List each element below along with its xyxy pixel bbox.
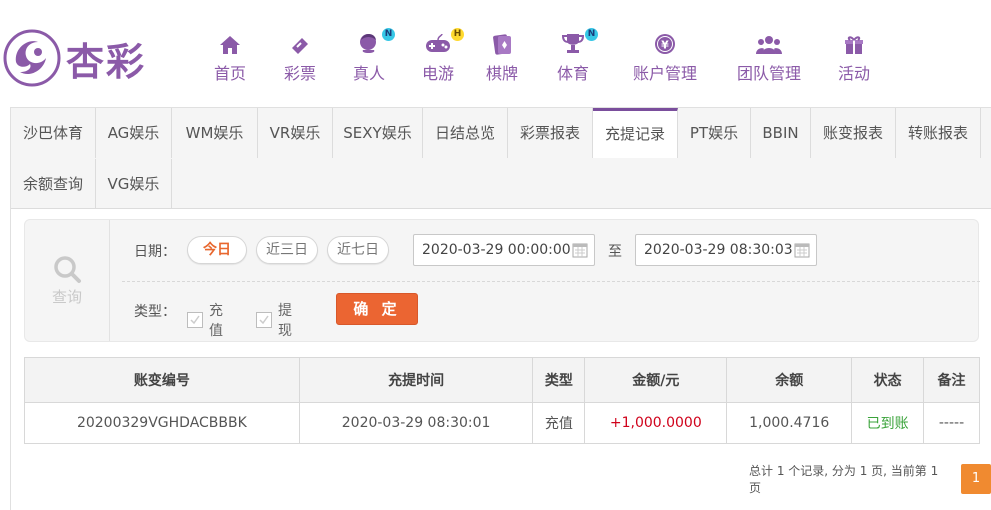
quick-7days-button[interactable]: 近七日 — [327, 236, 389, 264]
tab-wm[interactable]: WM娱乐 — [172, 108, 258, 158]
col-balance: 余额 — [726, 357, 853, 403]
check-icon — [259, 315, 269, 325]
nav-team[interactable]: 团队管理 — [714, 30, 824, 84]
type-withdraw-checkbox[interactable]: 提现 — [256, 300, 292, 340]
logo-emblem-icon — [3, 29, 61, 87]
top-header: 杏彩 首页 彩票 N 真人 H 电游 棋牌 N 体育 ¥ 账户管理 团队管理 活… — [0, 0, 991, 100]
col-change-id: 账变编号 — [24, 357, 300, 403]
nav-live[interactable]: N 真人 — [336, 28, 402, 84]
yen-coin-icon: ¥ — [653, 30, 677, 56]
pagination: 总计 1 个记录, 分为 1 页, 当前第 1 页 1 — [749, 464, 991, 495]
tab-account-change[interactable]: 账变报表 — [811, 108, 896, 158]
report-tabs: 沙巴体育 AG娱乐 WM娱乐 VR娱乐 SEXY娱乐 日结总览 彩票报表 充提记… — [11, 108, 991, 209]
end-date-input[interactable]: 2020-03-29 08:30:03 — [635, 234, 817, 266]
nav-home[interactable]: 首页 — [196, 30, 264, 84]
col-type: 类型 — [532, 357, 586, 403]
calendar-icon[interactable] — [572, 242, 588, 258]
gift-icon — [843, 30, 865, 56]
end-date-value: 2020-03-29 08:30:03 — [644, 242, 793, 258]
tab-deposit-withdraw[interactable]: 充提记录 — [593, 108, 678, 158]
quick-3days-button[interactable]: 近三日 — [256, 236, 318, 264]
cell-type: 充值 — [532, 402, 586, 444]
nav-sports[interactable]: N 体育 — [530, 28, 616, 84]
nav-label: 彩票 — [283, 64, 316, 83]
cards-icon — [490, 30, 514, 56]
tab-shaba-sports[interactable]: 沙巴体育 — [11, 108, 96, 158]
checkbox-box — [256, 312, 272, 328]
quick-today-button[interactable]: 今日 — [187, 236, 247, 264]
tab-pt[interactable]: PT娱乐 — [678, 108, 751, 158]
col-time: 充提时间 — [298, 357, 534, 403]
nav-label: 账户管理 — [632, 64, 697, 83]
cell-time: 2020-03-29 08:30:01 — [298, 402, 534, 444]
tab-bbin[interactable]: BBIN — [751, 108, 811, 158]
confirm-button[interactable]: 确 定 — [336, 293, 418, 325]
checkbox-label: 提现 — [278, 303, 292, 339]
tab-balance[interactable]: 余额查询 — [11, 159, 96, 209]
nav-lottery[interactable]: 彩票 — [264, 30, 336, 84]
nav-cards[interactable]: 棋牌 — [474, 30, 530, 84]
tab-vr[interactable]: VR娱乐 — [258, 108, 333, 158]
start-date-value: 2020-03-29 00:00:00 — [422, 242, 571, 258]
live-dealer-icon: N — [355, 28, 395, 56]
badge-new: N — [382, 28, 395, 41]
svg-text:¥: ¥ — [661, 39, 669, 52]
badge-hot: H — [451, 28, 464, 41]
main-nav: 首页 彩票 N 真人 H 电游 棋牌 N 体育 ¥ 账户管理 团队管理 活动 — [196, 28, 884, 84]
nav-label: 体育 — [556, 64, 589, 83]
start-date-input[interactable]: 2020-03-29 00:00:00 — [413, 234, 595, 266]
cell-change-id: 20200329VGHDACBBBK — [24, 402, 300, 444]
nav-account[interactable]: ¥ 账户管理 — [616, 30, 714, 84]
col-status: 状态 — [851, 357, 925, 403]
check-icon — [190, 315, 200, 325]
date-label: 日期： — [134, 244, 176, 260]
table-header-row: 账变编号 充提时间 类型 金额/元 余额 状态 备注 — [24, 357, 980, 403]
search-form: 查询 日期： 今日 近三日 近七日 2020-03-29 00:00:00 至 … — [24, 219, 980, 342]
date-row: 日期： 今日 近三日 近七日 2020-03-29 00:00:00 至 202… — [122, 234, 980, 282]
records-table: 账变编号 充提时间 类型 金额/元 余额 状态 备注 20200329VGHDA… — [24, 357, 980, 444]
nav-label: 活动 — [837, 64, 870, 83]
nav-label: 团队管理 — [736, 64, 801, 83]
tab-transfer-report[interactable]: 转账报表 — [896, 108, 981, 158]
tab-daily-overview[interactable]: 日结总览 — [423, 108, 508, 158]
cell-status: 已到账 — [851, 402, 925, 444]
type-deposit-checkbox[interactable]: 充值 — [187, 300, 223, 340]
gamepad-icon: H — [424, 28, 464, 56]
cell-amount: +1,000.0000 — [584, 402, 728, 444]
brand-name: 杏彩 — [66, 38, 147, 84]
brand-logo[interactable]: 杏彩 — [2, 28, 146, 88]
cell-remark: ----- — [923, 402, 980, 444]
team-icon — [755, 30, 783, 56]
pagination-summary: 总计 1 个记录, 分为 1 页, 当前第 1 页 — [749, 464, 939, 495]
nav-label: 棋牌 — [485, 64, 518, 83]
range-separator: 至 — [608, 244, 622, 260]
tab-ag[interactable]: AG娱乐 — [96, 108, 172, 158]
table-row: 20200329VGHDACBBBK 2020-03-29 08:30:01 充… — [24, 402, 980, 444]
tab-lottery-report[interactable]: 彩票报表 — [508, 108, 593, 158]
nav-label: 真人 — [352, 64, 385, 83]
search-section-label: 查询 — [25, 220, 110, 341]
col-amount: 金额/元 — [584, 357, 728, 403]
checkbox-box — [187, 312, 203, 328]
nav-label: 首页 — [213, 64, 246, 83]
nav-egames[interactable]: H 电游 — [402, 28, 474, 84]
cell-balance: 1,000.4716 — [726, 402, 853, 444]
search-title: 查询 — [51, 288, 82, 306]
trophy-icon: N — [560, 28, 598, 56]
type-label: 类型： — [134, 304, 176, 320]
tab-sexy[interactable]: SEXY娱乐 — [333, 108, 423, 158]
page-1-button[interactable]: 1 — [961, 464, 991, 494]
badge-new: N — [585, 28, 598, 41]
nav-label: 电游 — [421, 64, 454, 83]
content-panel: 沙巴体育 AG娱乐 WM娱乐 VR娱乐 SEXY娱乐 日结总览 彩票报表 充提记… — [10, 107, 991, 510]
col-remark: 备注 — [923, 357, 980, 403]
calendar-icon[interactable] — [794, 242, 810, 258]
home-icon — [218, 30, 242, 56]
checkbox-label: 充值 — [209, 303, 223, 339]
nav-events[interactable]: 活动 — [824, 30, 884, 84]
tab-vg[interactable]: VG娱乐 — [96, 159, 172, 209]
magnifier-icon — [54, 256, 81, 283]
lottery-ticket-icon — [288, 30, 312, 56]
